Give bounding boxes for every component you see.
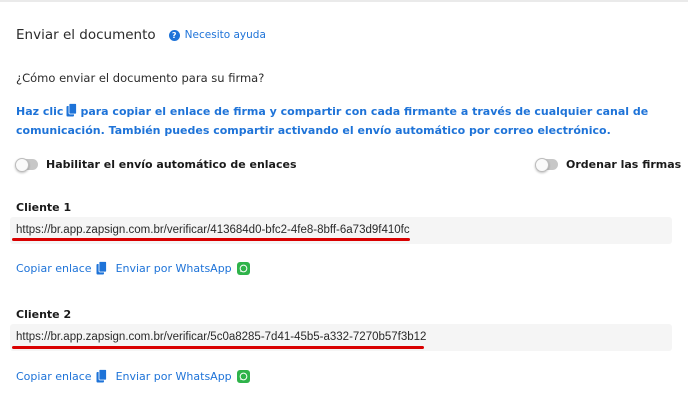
section-title: Enviar el documento [16,27,156,43]
order-signatures-label: Ordenar las firmas [566,158,682,171]
copy-icon[interactable] [66,103,78,122]
whatsapp-icon[interactable] [236,369,250,383]
copy-link-button[interactable]: Copiar enlace [16,262,92,275]
toggle-knob [15,157,29,172]
client-1-actions: Copiar enlace Enviar por WhatsApp [16,261,250,275]
send-whatsapp-button[interactable]: Enviar por WhatsApp [116,370,232,383]
instructions-part-1: Haz clic [16,105,64,118]
red-underline-annotation [12,346,424,349]
instructions-part-2: para copiar el enlace de firma y compart… [16,105,649,137]
copy-icon[interactable] [96,369,107,383]
question-icon: ? [168,29,180,41]
client-2-actions: Copiar enlace Enviar por WhatsApp [16,369,250,383]
auto-send-toggle-row: Habilitar el envío automático de enlaces [15,157,297,172]
copy-link-button[interactable]: Copiar enlace [16,370,92,383]
instructions-question: ¿Cómo enviar el documento para su firma? [16,71,265,85]
client-2-label: Cliente 2 [16,308,72,321]
help-link[interactable]: ? Necesito ayuda [168,29,266,41]
client-2-url: https://br.app.zapsign.com.br/verificar/… [16,331,427,343]
client-1-label: Cliente 1 [16,201,72,214]
help-link-label: Necesito ayuda [184,29,266,41]
order-signatures-toggle[interactable] [535,157,558,172]
client-1-url: https://br.app.zapsign.com.br/verificar/… [16,224,410,236]
section-header: Enviar el documento ? Necesito ayuda [16,27,266,43]
copy-icon[interactable] [96,261,107,275]
toggle-knob [535,157,549,172]
send-whatsapp-button[interactable]: Enviar por WhatsApp [116,262,232,275]
whatsapp-icon[interactable] [236,261,250,275]
top-divider [0,0,688,2]
auto-send-toggle[interactable] [15,157,38,172]
order-toggle-row: Ordenar las firmas [535,157,682,172]
instructions-text: Haz clic para copiar el enlace de firma y… [16,103,676,139]
red-underline-annotation [12,238,410,241]
auto-send-label: Habilitar el envío automático de enlaces [46,158,297,171]
